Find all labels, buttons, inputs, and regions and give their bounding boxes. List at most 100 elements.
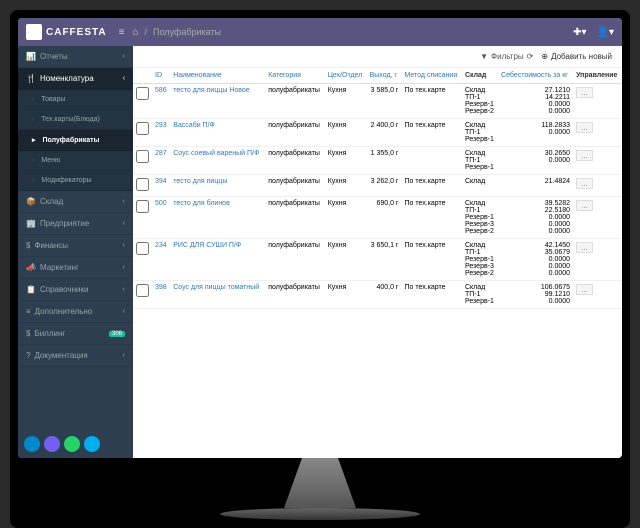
whatsapp-icon[interactable] [64, 436, 80, 452]
row-id[interactable]: 287 [152, 147, 170, 175]
row-dept: Кухня [325, 197, 367, 239]
row-name[interactable]: Вассаби П/Ф [170, 119, 265, 147]
sidebar-item[interactable]: ≡Дополнительно‹ [18, 301, 133, 323]
row-name[interactable]: РИС ДЛЯ СУШИ П/Ф [170, 239, 265, 281]
row-actions: ... [573, 84, 622, 119]
row-dept: Кухня [325, 175, 367, 197]
row-name[interactable]: тесто для пиццы Новое [170, 84, 265, 119]
more-button[interactable]: ... [576, 178, 593, 189]
row-name[interactable]: тесто для блинов [170, 197, 265, 239]
row-checkbox[interactable] [136, 284, 149, 297]
table-row: 586тесто для пиццы НовоеполуфабрикатыКух… [133, 84, 622, 119]
sidebar-item[interactable]: 📋Справочники‹ [18, 279, 133, 301]
nav-label: Тех.карты(Блюда) [41, 116, 100, 123]
sidebar-item[interactable]: ?Документация‹ [18, 345, 133, 367]
sidebar-item[interactable]: Модификаторы [18, 171, 133, 191]
chevron-icon: ‹ [123, 75, 125, 82]
row-checkbox[interactable] [136, 178, 149, 191]
nav-label: Меню [41, 157, 60, 164]
row-id[interactable]: 293 [152, 119, 170, 147]
menu-toggle-icon[interactable]: ≡ [119, 27, 125, 38]
chevron-icon: ‹ [123, 53, 125, 60]
nav-icon: 📋 [26, 285, 36, 294]
row-output: 400,0 г [367, 281, 402, 309]
sidebar-item[interactable]: Тех.карты(Блюда) [18, 110, 133, 130]
row-name[interactable]: тесто для пиццы [170, 175, 265, 197]
column-header[interactable] [133, 68, 152, 84]
row-checkbox[interactable] [136, 242, 149, 255]
table-row: 500тесто для блиновполуфабрикатыКухня690… [133, 197, 622, 239]
sidebar-item[interactable]: 📦Склад‹ [18, 191, 133, 213]
sidebar-item[interactable]: $Биллинг306 [18, 323, 133, 345]
sidebar-item[interactable]: Меню [18, 151, 133, 171]
more-button[interactable]: ... [576, 122, 593, 133]
nav-label: Биллинг [34, 329, 65, 338]
row-id[interactable]: 586 [152, 84, 170, 119]
data-table: IDНаименованиеКатегорияЦех/ОтделВыход, г… [133, 68, 622, 309]
more-button[interactable]: ... [576, 242, 593, 253]
row-checkbox[interactable] [136, 200, 149, 213]
row-category: полуфабрикаты [265, 147, 325, 175]
row-checkbox[interactable] [136, 122, 149, 135]
plus-dropdown-icon[interactable]: ✚▾ [573, 27, 586, 38]
column-header[interactable]: Наименование [170, 68, 265, 84]
breadcrumb: Полуфабрикаты [153, 27, 221, 37]
row-output: 3 262,0 г [367, 175, 402, 197]
sidebar-item[interactable]: $Финансы‹ [18, 235, 133, 257]
chevron-icon: ‹ [123, 220, 125, 227]
sidebar-item[interactable]: 📊Отчеты‹ [18, 46, 133, 68]
column-header[interactable]: Управление [573, 68, 622, 84]
row-checkbox[interactable] [136, 87, 149, 100]
column-header[interactable]: Выход, г [367, 68, 402, 84]
nav-label: Номенклатура [40, 74, 94, 83]
table-row: 398Соус для пиццы томатныйполуфабрикатыК… [133, 281, 622, 309]
skype-icon[interactable] [84, 436, 100, 452]
nav-label: Отчеты [40, 52, 68, 61]
table-row: 287Соус соевый вареный П/ФполуфабрикатыК… [133, 147, 622, 175]
add-new-button[interactable]: ⊕ Добавить новый [541, 52, 612, 61]
row-checkbox[interactable] [136, 150, 149, 163]
badge: 306 [109, 331, 125, 337]
column-header[interactable]: Себестоимость за кг [498, 68, 573, 84]
filters-button[interactable]: ▼ Фильтры ⟳ [480, 52, 533, 61]
more-button[interactable]: ... [576, 87, 593, 98]
row-id[interactable]: 398 [152, 281, 170, 309]
topbar: CAFFESTA ≡ ⌂ / Полуфабрикаты ✚▾ 👤▾ [18, 18, 622, 46]
chevron-icon: ‹ [123, 286, 125, 293]
more-button[interactable]: ... [576, 284, 593, 295]
row-method: По тех.карте [401, 239, 461, 281]
row-name[interactable]: Соус для пиццы томатный [170, 281, 265, 309]
sidebar-item[interactable]: Товары [18, 90, 133, 110]
sidebar-item[interactable]: 🍴Номенклатура‹ [18, 68, 133, 90]
column-header[interactable]: Категория [265, 68, 325, 84]
social-icons [18, 430, 133, 458]
row-name[interactable]: Соус соевый вареный П/Ф [170, 147, 265, 175]
row-stocks: СкладТП-1Резерв-1Резерв-3Резерв-2 [462, 197, 498, 239]
chevron-icon: ‹ [123, 198, 125, 205]
row-id[interactable]: 234 [152, 239, 170, 281]
more-button[interactable]: ... [576, 150, 593, 161]
column-header[interactable]: Метод списания [401, 68, 461, 84]
nav-icon: $ [26, 241, 30, 250]
column-header[interactable]: Склад [462, 68, 498, 84]
row-stocks: СкладТП-1Резерв-1 [462, 147, 498, 175]
nav-icon: 📣 [26, 263, 36, 272]
column-header[interactable]: Цех/Отдел [325, 68, 367, 84]
viber-icon[interactable] [44, 436, 60, 452]
column-header[interactable]: ID [152, 68, 170, 84]
row-dept: Кухня [325, 239, 367, 281]
row-method: По тех.карте [401, 281, 461, 309]
app-logo: CAFFESTA [26, 24, 107, 40]
row-id[interactable]: 394 [152, 175, 170, 197]
home-icon[interactable]: ⌂ [132, 27, 138, 38]
sidebar-item[interactable]: 📣Маркетинг‹ [18, 257, 133, 279]
more-button[interactable]: ... [576, 200, 593, 211]
user-icon[interactable]: 👤▾ [597, 27, 614, 38]
sidebar-item[interactable]: 🏢Предприятие‹ [18, 213, 133, 235]
sidebar: 📊Отчеты‹🍴Номенклатура‹ТоварыТех.карты(Бл… [18, 46, 133, 458]
telegram-icon[interactable] [24, 436, 40, 452]
row-dept: Кухня [325, 119, 367, 147]
nav-icon: ≡ [26, 307, 31, 316]
row-id[interactable]: 500 [152, 197, 170, 239]
sidebar-item[interactable]: Полуфабрикаты [18, 130, 133, 151]
